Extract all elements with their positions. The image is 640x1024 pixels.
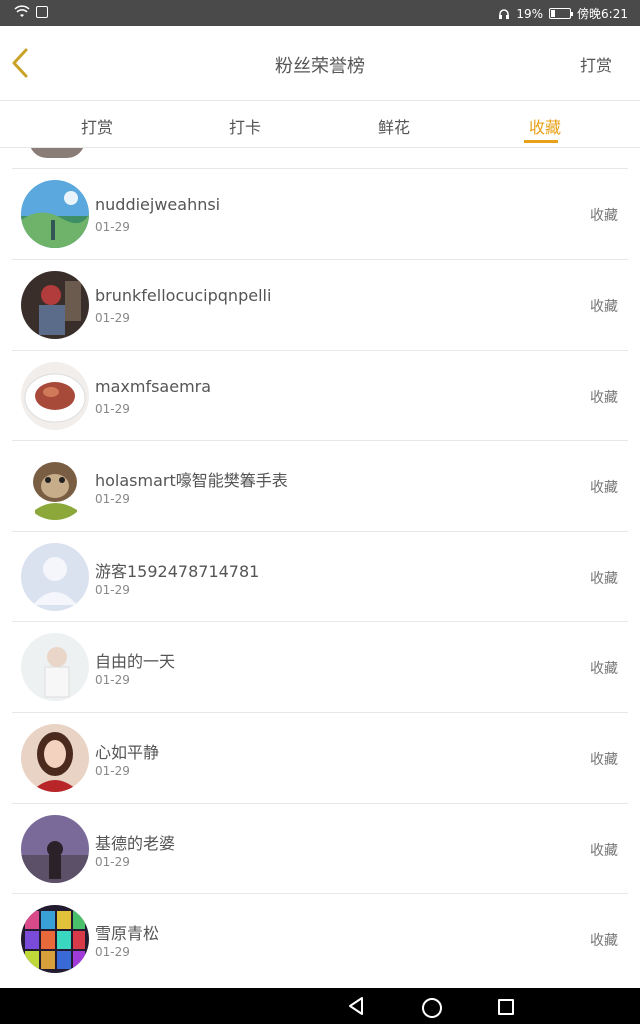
avatar: [21, 724, 89, 792]
action-label: 收藏: [590, 752, 618, 768]
tab-label: 收藏: [528, 118, 561, 137]
action-label: 收藏: [590, 299, 618, 315]
list-item[interactable]: brunkfellocucipqnpelli 01-29 收藏: [12, 259, 628, 350]
tab-bar: 打赏 打卡 鲜花 收藏: [0, 101, 640, 148]
user-name: 自由的一天: [95, 652, 176, 671]
date: 01-29: [95, 945, 130, 959]
status-bar: 19% 傍晚6:21: [0, 0, 640, 26]
avatar: [21, 452, 89, 520]
user-name: 心如平静: [95, 743, 160, 762]
date: 01-29: [95, 764, 130, 778]
user-name: holasmart嚎智能樊箺手表: [95, 471, 288, 490]
tab-label: 鲜花: [377, 118, 410, 137]
notification-icon: [36, 6, 48, 18]
date: 01-29: [95, 855, 130, 869]
headphones-icon: [499, 8, 510, 19]
action-label: 收藏: [590, 661, 618, 677]
action-label: 收藏: [590, 480, 618, 496]
action-label: 收藏: [590, 208, 618, 224]
tab-label: 打卡: [228, 118, 261, 137]
user-name: 雪原青松: [95, 924, 160, 943]
date: 01-29: [95, 402, 130, 416]
tab-favorites[interactable]: 收藏: [505, 114, 585, 143]
avatar: [21, 633, 89, 701]
tab-flowers[interactable]: 鲜花: [354, 114, 434, 138]
date: 01-29: [95, 220, 130, 234]
nav-home-icon[interactable]: [422, 998, 442, 1018]
avatar: [21, 815, 89, 883]
action-label: 收藏: [590, 933, 618, 949]
avatar: [21, 905, 89, 973]
list-item[interactable]: 雪原青松 01-29 收藏: [12, 893, 628, 984]
page-title: 粉丝荣誉榜: [275, 56, 365, 77]
date: 01-29: [95, 492, 130, 506]
action-label: 收藏: [590, 843, 618, 859]
avatar: [29, 148, 85, 158]
list-item[interactable]: nuddiejweahnsi 01-29 收藏: [12, 168, 628, 259]
tab-reward[interactable]: 打赏: [57, 114, 137, 138]
list-item[interactable]: holasmart嚎智能樊箺手表 01-29 收藏: [12, 440, 628, 531]
list-item[interactable]: 自由的一天 01-29 收藏: [12, 621, 628, 712]
clock: 傍晚6:21: [577, 7, 628, 21]
date: 01-29: [95, 583, 130, 597]
header: 粉丝荣誉榜 打赏: [0, 26, 640, 101]
nav-recents-icon[interactable]: [498, 999, 514, 1015]
list-item[interactable]: 游客1592478714781 01-29 收藏: [12, 531, 628, 622]
status-right: 19% 傍晚6:21: [498, 5, 628, 22]
user-name: maxmfsaemra: [95, 377, 212, 396]
user-name: 基德的老婆: [95, 834, 176, 853]
tab-checkin[interactable]: 打卡: [205, 114, 285, 138]
date: 01-29: [95, 311, 130, 325]
date: 01-29: [95, 673, 130, 687]
user-name: 游客1592478714781: [95, 562, 260, 581]
list-item[interactable]: 心如平静 01-29 收藏: [12, 712, 628, 803]
action-label: 收藏: [590, 571, 618, 587]
list-item[interactable]: maxmfsaemra 01-29 收藏: [12, 350, 628, 441]
battery-percent: 19%: [516, 6, 544, 21]
active-tab-indicator: [524, 140, 558, 143]
battery-icon: [549, 8, 574, 19]
wifi-icon: [14, 5, 30, 17]
action-label: 收藏: [590, 390, 618, 406]
avatar: [21, 271, 89, 339]
user-name: brunkfellocucipqnpelli: [95, 286, 272, 305]
avatar: [21, 362, 89, 430]
avatar: [21, 180, 89, 248]
nav-back-icon[interactable]: [347, 996, 365, 1016]
status-left: [14, 5, 48, 19]
avatar: [21, 543, 89, 611]
tab-label: 打赏: [80, 118, 113, 137]
user-name: nuddiejweahnsi: [95, 195, 221, 214]
fan-list[interactable]: nuddiejweahnsi 01-29 收藏 brunkfellocucipq…: [0, 148, 640, 988]
reward-button[interactable]: 打赏: [580, 52, 612, 76]
list-item[interactable]: 基德的老婆 01-29 收藏: [12, 803, 628, 894]
navigation-bar: [0, 988, 640, 1024]
